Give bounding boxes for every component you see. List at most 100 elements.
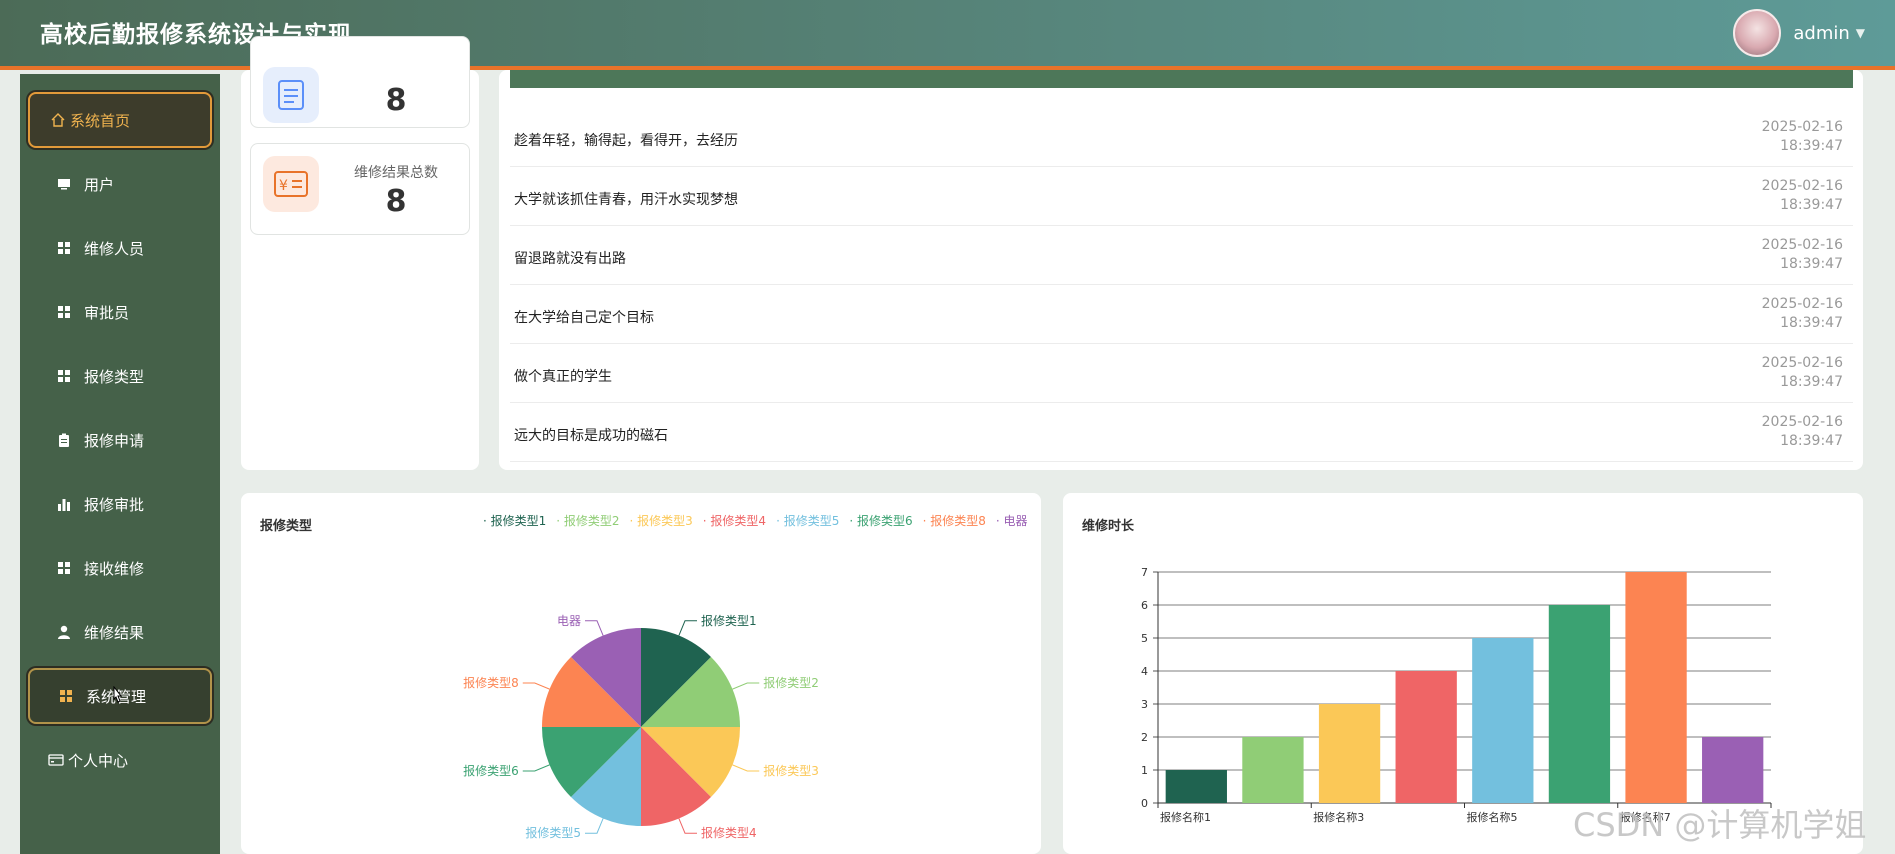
grid-icon <box>58 688 74 704</box>
y-tick-label: 7 <box>1141 566 1148 579</box>
sidebar-item-label: 接收维修 <box>84 559 145 578</box>
person-icon <box>56 624 72 640</box>
pie-legend-item[interactable]: · 报修类型3 <box>630 512 693 529</box>
y-tick-label: 6 <box>1141 599 1148 612</box>
x-tick-label: 报修名称5 <box>1467 810 1518 824</box>
stat-label: 维修结果总数 <box>354 165 438 181</box>
notice-title[interactable]: 做个真正的学生 <box>514 366 612 386</box>
pie-legend-item[interactable]: · 报修类型1 <box>483 512 546 529</box>
sidebar-item-home[interactable]: 系统首页 <box>28 92 212 148</box>
y-tick-label: 2 <box>1141 731 1148 744</box>
notice-title[interactable]: 趁着年轻，输得起，看得开，去经历 <box>514 130 738 150</box>
sidebar-item-label: 用户 <box>84 175 115 194</box>
pie-label-line <box>522 682 550 690</box>
notice-time: 2025-02-16 18:39:47 <box>1761 237 1843 272</box>
pie-label-line <box>678 818 698 834</box>
notice-row[interactable]: 远大的目标是成功的磁石 2025-02-16 18:39:47 <box>510 403 1853 462</box>
y-tick-label: 1 <box>1141 764 1148 777</box>
monitor-icon <box>56 176 72 192</box>
sidebar-item-approvers[interactable]: 审批员 <box>28 284 212 340</box>
stat-value: 8 <box>385 184 407 219</box>
bar[interactable] <box>1702 737 1764 803</box>
sidebar-item-personal-center[interactable]: 个人中心 <box>28 732 212 788</box>
bar[interactable] <box>1395 671 1457 803</box>
pie-label-line <box>522 764 550 772</box>
mouse-cursor-icon <box>110 685 124 710</box>
avatar[interactable] <box>1733 9 1782 57</box>
stat-card-repair-results: ¥ 维修结果总数 8 <box>250 143 470 235</box>
caret-down-icon[interactable]: ▼ <box>1856 26 1865 40</box>
notice-row[interactable]: 趁着年轻，输得起，看得开，去经历 2025-02-16 18:39:47 <box>510 108 1853 167</box>
pie-legend-item[interactable]: · 报修类型6 <box>849 512 912 529</box>
pie-chart-title: 报修类型 <box>260 519 313 534</box>
grid-icon <box>56 560 72 576</box>
pie-legend-item[interactable]: · 电器 <box>996 512 1028 529</box>
y-tick-label: 0 <box>1141 797 1148 810</box>
x-tick-label: 报修名称3 <box>1313 810 1364 824</box>
pie-slice-label: 报修类型5 <box>525 825 581 840</box>
sidebar-item-label: 报修审批 <box>84 495 145 514</box>
sidebar: 系统首页 用户 维修人员 审批员 报修类型 报修申请 报修审批 接收维修 维修结… <box>20 74 220 854</box>
grid-icon <box>56 368 72 384</box>
sidebar-item-label: 报修类型 <box>84 367 145 386</box>
y-tick-label: 3 <box>1141 698 1148 711</box>
notice-time: 2025-02-16 18:39:47 <box>1761 414 1843 449</box>
pie-slice-label: 报修类型2 <box>763 675 819 690</box>
pie-label-line <box>584 818 604 834</box>
sidebar-item-label: 个人中心 <box>68 751 129 770</box>
notice-title[interactable]: 远大的目标是成功的磁石 <box>514 425 668 445</box>
sidebar-item-receive-repair[interactable]: 接收维修 <box>28 540 212 596</box>
stat-card-top: 8 <box>250 36 470 128</box>
clipboard-icon <box>56 432 72 448</box>
grid-icon <box>56 240 72 256</box>
sidebar-item-repair-results[interactable]: 维修结果 <box>28 604 212 660</box>
sidebar-item-users[interactable]: 用户 <box>28 156 212 212</box>
notice-title[interactable]: 留退路就没有出路 <box>514 248 626 268</box>
notice-row[interactable]: 在大学给自己定个目标 2025-02-16 18:39:47 <box>510 285 1853 344</box>
notice-time: 2025-02-16 18:39:47 <box>1761 355 1843 390</box>
sidebar-item-label: 维修结果 <box>84 623 145 642</box>
username[interactable]: admin <box>1793 23 1849 44</box>
bar[interactable] <box>1548 605 1611 803</box>
pie-legend-item[interactable]: · 报修类型8 <box>923 512 986 529</box>
pie-label-line <box>732 682 760 690</box>
bar-chart-title: 维修时长 <box>1082 519 1135 534</box>
pie-legend-item[interactable]: · 报修类型2 <box>556 512 619 529</box>
notice-title[interactable]: 大学就该抓住青春，用汗水实现梦想 <box>514 189 738 209</box>
bar[interactable] <box>1165 770 1227 803</box>
notice-time: 2025-02-16 18:39:47 <box>1761 296 1843 331</box>
notice-row[interactable]: 留退路就没有出路 2025-02-16 18:39:47 <box>510 226 1853 285</box>
sidebar-item-repair-types[interactable]: 报修类型 <box>28 348 212 404</box>
pie-slice-label: 报修类型8 <box>463 675 519 690</box>
pie-label-line <box>678 620 698 636</box>
sidebar-item-repairers[interactable]: 维修人员 <box>28 220 212 276</box>
sidebar-item-label: 报修申请 <box>84 431 145 450</box>
sidebar-item-system-management[interactable]: 系统管理 <box>28 668 212 724</box>
notice-header-bar <box>510 70 1853 88</box>
bar-chart-icon <box>56 496 72 512</box>
stats-panel <box>241 70 479 470</box>
user-menu[interactable]: admin ▼ <box>1733 9 1865 57</box>
bar[interactable] <box>1625 572 1687 803</box>
pie-slice-label: 报修类型1 <box>701 613 757 628</box>
card-icon <box>48 752 64 768</box>
pie-chart-legend: · 报修类型1 · 报修类型2 · 报修类型3 · 报修类型4 · 报修类型5 · 报修类… <box>483 512 1038 529</box>
sidebar-item-repair-requests[interactable]: 报修申请 <box>28 412 212 468</box>
notice-time: 2025-02-16 18:39:47 <box>1761 119 1843 154</box>
stat-value: 8 <box>385 83 407 118</box>
pie-slice-label: 报修类型3 <box>763 763 819 778</box>
notice-row[interactable]: 做个真正的学生 2025-02-16 18:39:47 <box>510 344 1853 403</box>
notice-row[interactable]: 大学就该抓住青春，用汗水实现梦想 2025-02-16 18:39:47 <box>510 167 1853 226</box>
bar[interactable] <box>1472 638 1534 803</box>
pie-legend-item[interactable]: · 报修类型5 <box>776 512 839 529</box>
sidebar-item-repair-approval[interactable]: 报修审批 <box>28 476 212 532</box>
pie-slice-label: 报修类型4 <box>701 825 757 840</box>
bar[interactable] <box>1242 737 1304 803</box>
pie-legend-item[interactable]: · 报修类型4 <box>703 512 766 529</box>
y-tick-label: 5 <box>1141 632 1148 645</box>
sidebar-item-label: 审批员 <box>84 303 130 322</box>
notice-title[interactable]: 在大学给自己定个目标 <box>514 307 654 327</box>
home-icon <box>50 112 66 128</box>
pie-label-line <box>584 620 604 636</box>
bar[interactable] <box>1318 704 1381 803</box>
